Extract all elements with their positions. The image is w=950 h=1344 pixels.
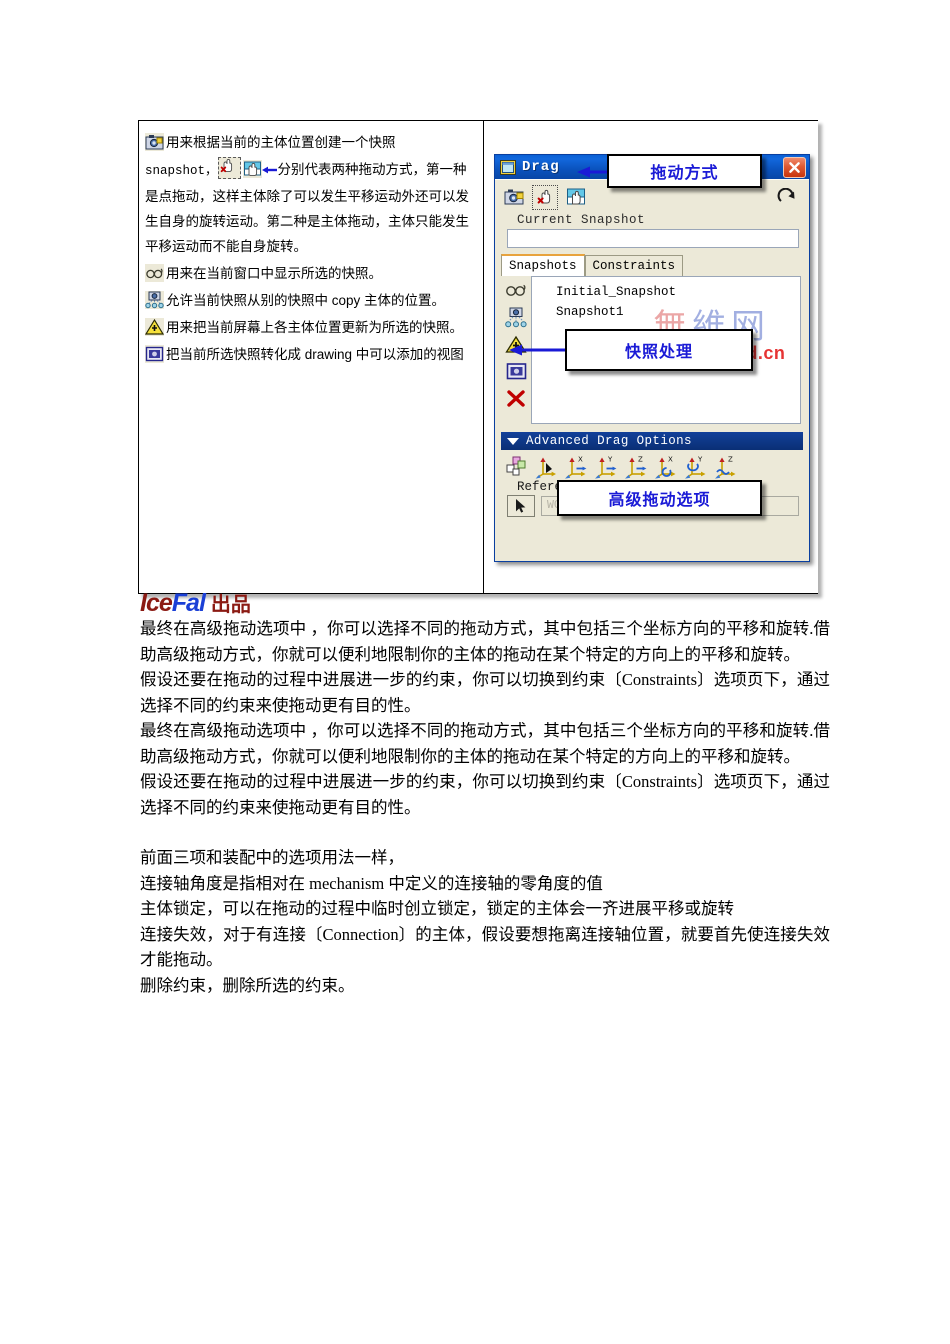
redo-icon[interactable] (775, 185, 801, 210)
body-drag-icon (242, 160, 262, 178)
tutorial-figure: 用来根据当前的主体位置创建一个快照 snapshot， 分别代表两种拖动方式，第… (138, 120, 818, 594)
window-icon (500, 159, 516, 175)
body-paragraph: 主体锁定，可以在拖动的过程中临时创立锁定，锁定的主体会一齐进展平移或旋转 (140, 899, 734, 918)
advanced-drag-toolbar: X Y Z X Y Z (495, 450, 809, 480)
copy-snapshot-icon (145, 291, 164, 309)
tab-constraints[interactable]: Constraints (584, 255, 684, 276)
translate-x-icon[interactable]: X (563, 454, 589, 480)
glasses-display-icon (145, 264, 164, 282)
camera-snapshot-icon (145, 133, 164, 151)
expl-text-6: 把当前所选快照转化成 drawing 中可以添加的视图 (166, 347, 464, 362)
document-body: 最终在高级拖动选项中 ，你可以选择不同的拖动方式，其中包括三个坐标方向的平移和旋… (140, 616, 830, 998)
callout-advanced-drag-options-text: 高级拖动选项 (608, 492, 711, 509)
close-icon[interactable] (783, 156, 806, 178)
body-paragraph: 连接失效，对于有连接〔Connection〕的主体，假设要想拖离连接轴位置，就要… (140, 924, 830, 970)
expl-line-4: 允许当前快照从别的快照中 copy 主体的位置。 (145, 288, 475, 313)
warning-update-icon (145, 318, 164, 336)
body-paragraph: 前面三项和装配中的选项用法一样， (140, 848, 404, 867)
current-snapshot-input[interactable] (507, 229, 799, 248)
caret-down-icon (507, 437, 519, 445)
expl-line-3: 用来在当前窗口中显示所选的快照。 (145, 261, 475, 286)
logo-part-b: Fal (171, 589, 206, 617)
expl-text-3: 用来在当前窗口中显示所选的快照。 (166, 266, 382, 281)
expl-line-6: 把当前所选快照转化成 drawing 中可以添加的视图 (145, 342, 475, 367)
body-paragraph: 删除约束，删除所选的约束。 (140, 975, 355, 995)
advanced-drag-options-label: Advanced Drag Options (526, 434, 692, 448)
advanced-drag-options-header[interactable]: Advanced Drag Options (501, 432, 803, 450)
svg-text:Y: Y (697, 455, 703, 463)
packaging-icon[interactable] (503, 454, 529, 480)
glasses-display-icon[interactable] (505, 280, 527, 300)
body-paragraph: 假设还要在拖动的过程中进展进一步的约束，你可以切换到约束〔Constraints… (140, 772, 830, 817)
expl-line-2: snapshot， 分别代表两种拖动方式，第一种是点拖动，这样主体除了可以发生平… (145, 157, 475, 259)
dialog-tabs: Snapshots Constraints (501, 254, 809, 276)
point-drag-icon (217, 157, 241, 179)
callout-arrow-snapshot-handling (509, 343, 569, 362)
document-page: 用来根据当前的主体位置创建一个快照 snapshot， 分别代表两种拖动方式，第… (0, 0, 950, 1344)
figure-left-panel: 用来根据当前的主体位置创建一个快照 snapshot， 分别代表两种拖动方式，第… (139, 121, 484, 593)
svg-text:Z: Z (728, 455, 733, 463)
delete-x-icon[interactable] (505, 388, 527, 408)
expl-snapshot-word: snapshot， (145, 164, 218, 178)
cursor-arrow-icon[interactable] (507, 495, 535, 517)
logo-part-a: Ice (140, 589, 173, 617)
body-paragraph: 假设还要在拖动的过程中进展进一步的约束，你可以切换到约束〔Constraints… (140, 670, 830, 715)
make-drawing-view-icon (145, 345, 164, 363)
svg-text:X: X (578, 455, 583, 463)
expl-line-5: 用来把当前屏幕上各主体位置更新为所选的快照。 (145, 315, 475, 340)
list-item[interactable]: Initial_Snapshot (556, 282, 800, 302)
translate-y-icon[interactable]: Y (593, 454, 619, 480)
rotate-y-icon[interactable]: Y (683, 454, 709, 480)
inline-blue-arrow-icon (261, 158, 278, 174)
callout-advanced-drag-options: 高级拖动选项 (557, 480, 762, 516)
body-drag-button[interactable] (563, 185, 589, 210)
callout-snapshot-handling: 快照处理 (565, 329, 753, 371)
expl-text-4: 允许当前快照从别的快照中 copy 主体的位置。 (166, 293, 446, 308)
expl-line-1: 用来根据当前的主体位置创建一个快照 (145, 130, 475, 155)
tab-snapshots[interactable]: Snapshots (501, 254, 585, 276)
translate-z-icon[interactable]: Z (623, 454, 649, 480)
rotate-z-icon[interactable]: Z (713, 454, 739, 480)
callout-drag-mode: 拖动方式 (607, 154, 762, 188)
rotate-x-icon[interactable]: X (653, 454, 679, 480)
body-paragraph: 最终在高级拖动选项中 ，你可以选择不同的拖动方式，其中包括三个坐标方向的平移和旋… (140, 721, 830, 766)
snapshot-button[interactable] (501, 185, 527, 210)
body-paragraph: 最终在高级拖动选项中 ，你可以选择不同的拖动方式，其中包括三个坐标方向的平移和旋… (140, 619, 830, 664)
copy-snapshot-icon[interactable] (505, 307, 527, 327)
svg-text:X: X (668, 455, 673, 463)
expl-text-5: 用来把当前屏幕上各主体位置更新为所选的快照。 (166, 320, 463, 335)
make-drawing-view-icon[interactable] (505, 361, 527, 381)
expl-text-1: 用来根据当前的主体位置创建一个快照 (166, 135, 396, 150)
free-drag-axes-icon[interactable] (533, 454, 559, 480)
logo-part-c: 出品 (210, 592, 251, 616)
body-paragraph: 连接轴角度是指相对在 mechanism 中定义的连接轴的零角度的值 (140, 873, 603, 893)
icefal-logo: IceFal 出品 (140, 588, 251, 617)
list-item[interactable]: Snapshot1 (556, 302, 800, 322)
figure-right-panel: Drag Current Snapshot Snapshots Constrai… (485, 121, 818, 593)
callout-snapshot-handling-text: 快照处理 (624, 344, 693, 361)
callout-drag-mode-text: 拖动方式 (650, 165, 719, 182)
current-snapshot-label: Current Snapshot (517, 213, 646, 227)
svg-text:Y: Y (607, 455, 613, 463)
point-drag-button[interactable] (532, 184, 558, 210)
svg-text:Z: Z (638, 455, 643, 463)
